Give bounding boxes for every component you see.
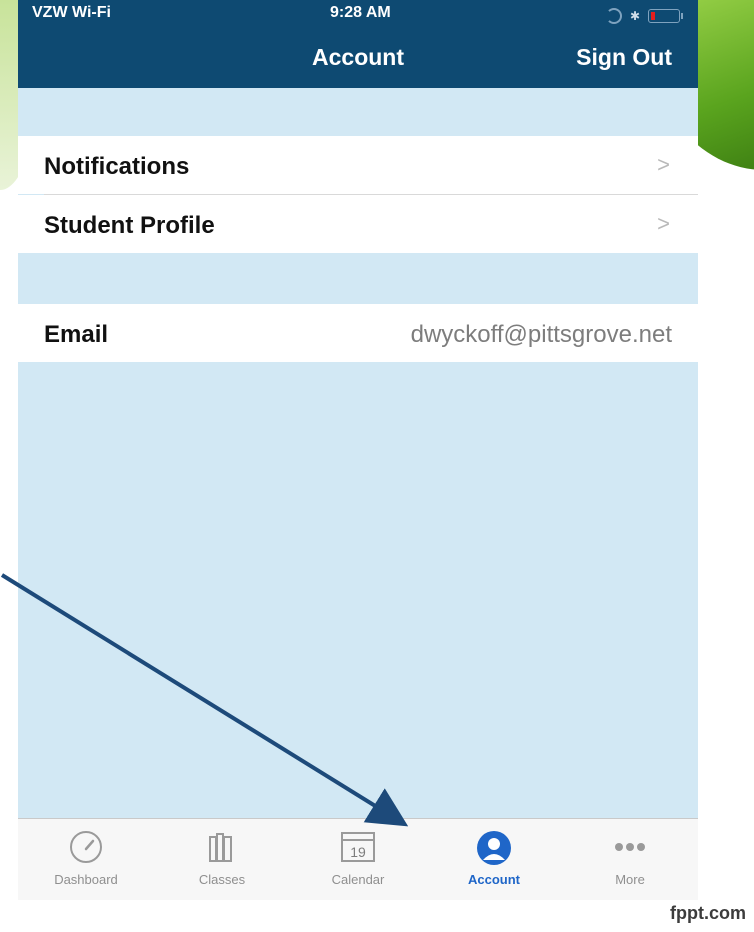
tab-bar: Dashboard Classes 19 Calendar Account Mo… (18, 818, 698, 900)
calendar-icon: 19 (341, 832, 375, 862)
chevron-right-icon: > (657, 152, 670, 177)
person-icon (477, 831, 511, 865)
tab-label: More (615, 872, 645, 887)
books-icon (209, 833, 232, 862)
tab-label: Calendar (331, 872, 385, 887)
carrier-label: VZW Wi-Fi (32, 4, 111, 21)
status-bar: VZW Wi-Fi 9:28 AM ✱ (18, 0, 698, 30)
notifications-label: Notifications (44, 153, 190, 180)
bluetooth-icon: ✱ (629, 9, 640, 23)
tab-label: Account (468, 872, 520, 887)
tab-classes[interactable]: Classes (154, 819, 290, 900)
email-value: dwyckoff@pittsgrove.net (410, 321, 672, 348)
student-profile-row[interactable]: Student Profile > (18, 195, 698, 253)
notifications-row[interactable]: Notifications > (18, 136, 698, 194)
chevron-right-icon: > (657, 211, 670, 236)
clock-label: 9:28 AM (330, 4, 391, 21)
email-row: Email dwyckoff@pittsgrove.net (18, 304, 698, 362)
nav-bar: Account Sign Out (18, 30, 698, 88)
tab-account[interactable]: Account (426, 819, 562, 900)
more-dots-icon (615, 843, 645, 851)
battery-icon (648, 9, 683, 23)
gauge-icon (70, 831, 102, 863)
tab-label: Classes (198, 872, 246, 887)
status-icons: ✱ (605, 8, 683, 24)
phone-screenshot: VZW Wi-Fi 9:28 AM ✱ Account Sign Out Not… (18, 0, 698, 900)
tab-dashboard[interactable]: Dashboard (18, 819, 154, 900)
tab-more[interactable]: More (562, 819, 698, 900)
student-profile-label: Student Profile (44, 212, 215, 239)
watermark: fppt.com (670, 903, 746, 923)
tab-calendar[interactable]: 19 Calendar (290, 819, 426, 900)
calendar-day: 19 (350, 844, 366, 860)
sign-out-button[interactable]: Sign Out (576, 44, 672, 71)
moon-icon (605, 8, 622, 24)
tab-label: Dashboard (54, 872, 118, 887)
email-label: Email (44, 321, 109, 348)
